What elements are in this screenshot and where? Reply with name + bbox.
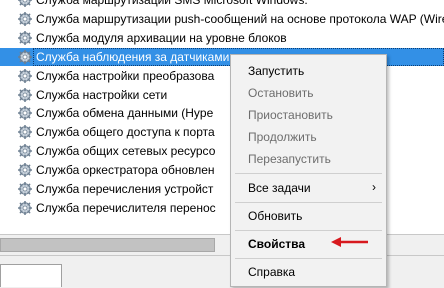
menu-separator — [235, 202, 382, 203]
gear-icon — [17, 68, 33, 83]
service-name: Служба оркестратора обновлен — [36, 163, 215, 178]
service-row[interactable]: Служба маршрутизации push-сообщений на о… — [0, 10, 444, 28]
menu-item-restart-label: Перезапустить — [248, 152, 331, 166]
menu-item-refresh[interactable]: Обновить — [231, 205, 386, 227]
service-name: Служба маршрутизации SMS Microsoft Windo… — [36, 0, 308, 7]
service-name: Служба настройки сети — [36, 87, 168, 102]
gear-icon — [17, 162, 33, 178]
menu-item-resume-label: Продолжить — [248, 130, 317, 144]
menu-item-stop[interactable]: Остановить — [231, 82, 386, 104]
gear-icon — [17, 30, 33, 45]
service-name: Служба перечисления устройст — [36, 182, 214, 196]
menu-item-help[interactable]: Справка — [231, 261, 386, 283]
service-name: Служба настройки преобразова — [36, 68, 215, 83]
service-name: Служба маршрутизации push-сообщений на о… — [36, 11, 444, 26]
service-name: Служба обмена данными (Hype — [36, 106, 214, 121]
tab-extended[interactable] — [0, 264, 62, 287]
gear-icon — [17, 181, 33, 197]
menu-item-stop-label: Остановить — [248, 86, 314, 100]
menu-item-pause-label: Приостановить — [248, 108, 333, 122]
menu-item-resume[interactable]: Продолжить — [231, 126, 386, 148]
menu-item-help-label: Справка — [248, 265, 296, 279]
menu-item-all-tasks-label: Все задачи — [248, 181, 311, 195]
red-arrow-icon — [331, 237, 368, 247]
chevron-right-icon: › — [372, 180, 376, 194]
gear-icon — [17, 200, 33, 216]
service-name: Служба наблюдения за датчиками — [36, 49, 230, 64]
menu-item-pause[interactable]: Приостановить — [231, 104, 386, 126]
menu-item-start[interactable]: Запустить — [231, 60, 386, 82]
gear-icon — [17, 0, 33, 8]
gear-icon — [17, 87, 33, 102]
service-name: Служба перечислителя перенос — [36, 200, 216, 215]
gear-icon — [17, 143, 33, 159]
gear-icon — [17, 125, 33, 140]
menu-item-refresh-label: Обновить — [248, 209, 303, 223]
menu-separator — [235, 230, 382, 231]
service-name: Служба общего доступа к порта — [36, 125, 215, 140]
menu-item-start-label: Запустить — [248, 64, 305, 78]
service-row[interactable]: Служба модуля архивации на уровне блоков — [0, 29, 444, 47]
scrollbar-thumb[interactable] — [0, 238, 215, 252]
gear-icon — [17, 11, 33, 27]
menu-item-properties-label: Свойства — [248, 237, 306, 251]
gear-icon — [17, 49, 33, 64]
context-menu: Запустить Остановить Приостановить Продо… — [230, 54, 387, 287]
menu-item-all-tasks[interactable]: Все задачи › — [231, 177, 386, 199]
menu-item-restart[interactable]: Перезапустить — [231, 148, 386, 170]
menu-separator — [235, 173, 382, 174]
service-row[interactable]: Служба маршрутизации SMS Microsoft Windo… — [0, 0, 444, 9]
service-name: Служба модуля архивации на уровне блоков — [36, 30, 287, 45]
service-name: Служба общих сетевых ресурсо — [36, 144, 216, 159]
menu-separator — [235, 258, 382, 259]
gear-icon — [17, 106, 33, 121]
